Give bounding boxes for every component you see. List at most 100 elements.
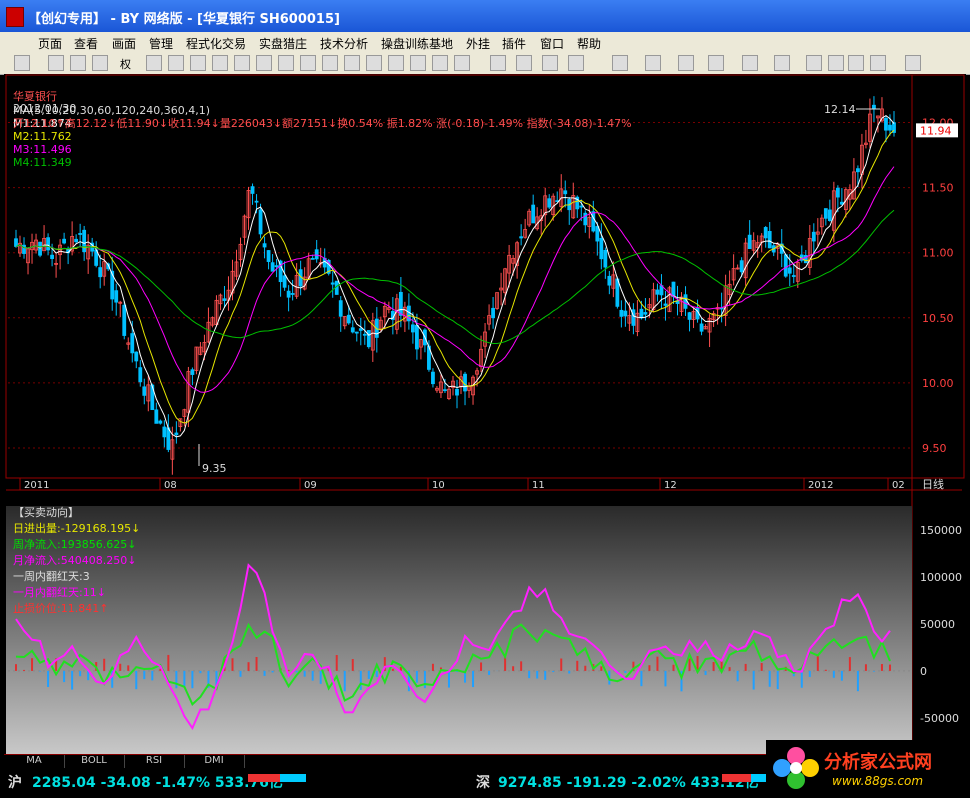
tool-icon-14[interactable] xyxy=(432,55,448,71)
open-icon[interactable] xyxy=(14,55,30,71)
menu-hunt[interactable]: 实盘猎庄 xyxy=(259,35,307,52)
tool-icon-5[interactable] xyxy=(234,55,250,71)
candle-body xyxy=(310,258,315,260)
channel-icon[interactable] xyxy=(645,55,661,71)
swap-icon[interactable] xyxy=(92,55,108,71)
circle-icon[interactable] xyxy=(742,55,758,71)
menu-screen[interactable]: 画面 xyxy=(112,35,136,52)
candle-body xyxy=(122,304,127,336)
tab-rsi[interactable]: RSI xyxy=(124,755,185,769)
tool-icon-11[interactable] xyxy=(366,55,382,71)
text-icon[interactable] xyxy=(774,55,790,71)
indicator-week-red: 一周内翻红天:3 xyxy=(13,570,90,583)
candle-body xyxy=(767,231,772,249)
sh-index: 2285.04 -34.08 -1.47% 533.76亿 xyxy=(32,775,283,791)
candle-body xyxy=(747,234,752,250)
time-label: 08 xyxy=(164,480,177,491)
candle-body xyxy=(258,209,263,235)
candle-body xyxy=(823,208,828,219)
candle-body xyxy=(274,265,279,268)
menu-help[interactable]: 帮助 xyxy=(577,35,601,52)
tool-icon-8[interactable] xyxy=(300,55,316,71)
tool-icon-15[interactable] xyxy=(454,55,470,71)
candle-body xyxy=(46,237,50,251)
line-icon[interactable] xyxy=(516,55,532,71)
tool-icon-12[interactable] xyxy=(388,55,404,71)
eraser-icon[interactable] xyxy=(828,55,844,71)
candle-body xyxy=(888,124,892,131)
tool-icon-3[interactable] xyxy=(190,55,206,71)
candle-body xyxy=(683,294,688,309)
tool-icon-2[interactable] xyxy=(168,55,184,71)
time-label: 2011 xyxy=(24,480,49,491)
menu-window[interactable]: 窗口 xyxy=(540,35,564,52)
save-icon[interactable] xyxy=(905,55,921,71)
chart-area[interactable]: 12.00 11.50 11.00 10.50 10.00 9.50 11.94 12.14 9… xyxy=(4,74,966,754)
candle-body xyxy=(282,275,287,288)
ma10-line xyxy=(15,129,895,424)
rsi-icon[interactable] xyxy=(48,55,64,71)
ma-m2: M2:11.762 xyxy=(13,130,72,143)
rect-icon[interactable] xyxy=(708,55,724,71)
copy-icon[interactable] xyxy=(806,55,822,71)
move-icon[interactable] xyxy=(70,55,86,71)
candle-body xyxy=(166,427,171,450)
candle-body xyxy=(872,104,876,110)
quote-line: 2012/01/30 开12.10↑高12.12↓低11.90↓收11.94↓量… xyxy=(6,89,632,131)
quan-button[interactable]: 权 xyxy=(120,56,131,72)
candle-body xyxy=(603,249,608,268)
tool-icon-1[interactable] xyxy=(146,55,162,71)
tab-ma[interactable]: MA xyxy=(4,755,65,769)
candle-body xyxy=(290,293,295,295)
tool-icon-6[interactable] xyxy=(256,55,272,71)
menu-page[interactable]: 页面 xyxy=(38,35,62,52)
candle-body xyxy=(398,291,403,316)
tool-icon-10[interactable] xyxy=(344,55,360,71)
menu-view[interactable]: 查看 xyxy=(74,35,98,52)
candle-body xyxy=(262,243,267,248)
logo-url: www.88gs.com xyxy=(832,774,924,788)
candle-body xyxy=(835,187,840,198)
tool-icon-9[interactable] xyxy=(322,55,338,71)
candle-body xyxy=(783,254,788,277)
tab-boll[interactable]: BOLL xyxy=(64,755,125,769)
candle-body xyxy=(366,330,371,348)
candle-body xyxy=(443,389,447,392)
fan-icon[interactable] xyxy=(612,55,628,71)
menu-plugins[interactable]: 插件 xyxy=(502,35,526,52)
candle-body xyxy=(763,227,768,239)
tool-icon-4[interactable] xyxy=(212,55,228,71)
menu-program-trade[interactable]: 程式化交易 xyxy=(186,35,246,52)
candle-body xyxy=(286,290,291,298)
candle-body xyxy=(663,303,668,306)
tool-icon-13[interactable] xyxy=(410,55,426,71)
candle-body xyxy=(599,237,604,260)
menu-tech-analysis[interactable]: 技术分析 xyxy=(320,35,368,52)
parallel-icon[interactable] xyxy=(678,55,694,71)
candle-body xyxy=(254,200,259,203)
price-tick-label: 10.00 xyxy=(922,377,954,390)
candle-body xyxy=(671,281,676,298)
hline-icon[interactable] xyxy=(542,55,558,71)
tab-dmi[interactable]: DMI xyxy=(184,755,245,769)
menu-plugin-ext[interactable]: 外挂 xyxy=(466,35,490,52)
tool-icon-7[interactable] xyxy=(278,55,294,71)
ma20-line xyxy=(15,166,895,393)
menu-training[interactable]: 操盘训练基地 xyxy=(381,35,453,52)
lock-icon[interactable] xyxy=(848,55,864,71)
candle-body xyxy=(162,426,167,438)
ruler-icon[interactable] xyxy=(568,55,584,71)
candle-body xyxy=(270,262,275,272)
quote-date: 2012/01/30 xyxy=(13,102,77,115)
palette-icon[interactable] xyxy=(870,55,886,71)
cursor-icon[interactable] xyxy=(490,55,506,71)
time-label: 10 xyxy=(432,480,445,491)
candle-body xyxy=(643,312,648,315)
candle-body xyxy=(856,168,860,173)
indicator-daily: 日进出量:-129168.195↓ xyxy=(13,522,141,535)
menu-bar: 页面 查看 画面 管理 程式化交易 实盘猎庄 技术分析 操盘训练基地 外挂 插件… xyxy=(0,32,970,52)
ma30-line xyxy=(15,209,895,345)
candle-body xyxy=(314,249,319,260)
menu-manage[interactable]: 管理 xyxy=(149,35,173,52)
quote-text: 开12.10↑高12.12↓低11.90↓收11.94↓量226043↓额271… xyxy=(13,117,632,130)
